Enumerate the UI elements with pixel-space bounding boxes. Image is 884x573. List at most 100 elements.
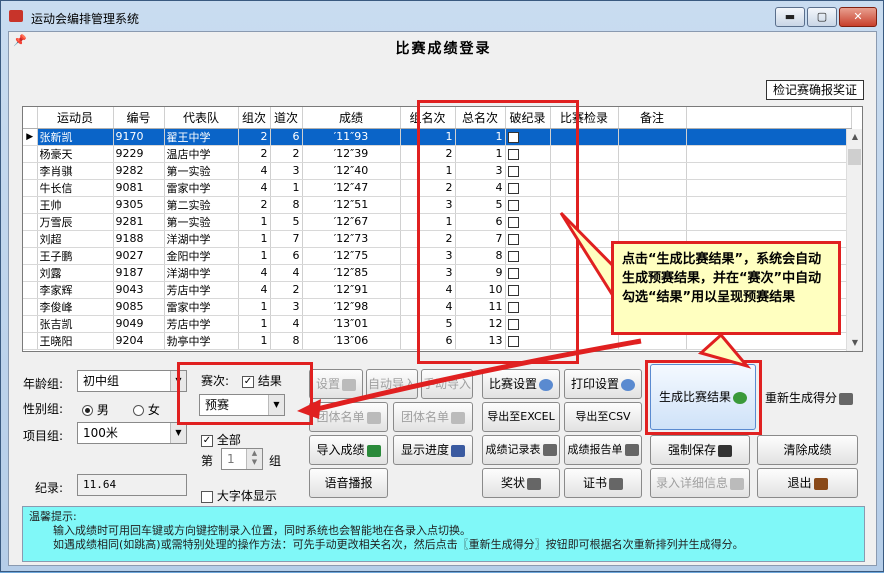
row-selector[interactable] (23, 213, 38, 231)
cell-team[interactable]: 第一实验 (164, 213, 239, 231)
record-break-checkbox[interactable] (507, 318, 519, 330)
certificate-button[interactable]: 证书 (564, 468, 642, 498)
gender-female-radio[interactable]: 女 (133, 401, 160, 418)
cell-group-rank[interactable]: 1 (400, 213, 456, 231)
cell-athlete[interactable]: 张吉凯 (37, 315, 114, 333)
cell-lane[interactable]: 5 (270, 213, 303, 231)
cell-number[interactable]: 9170 (113, 128, 165, 146)
cell-lane[interactable]: 8 (270, 332, 303, 350)
cell-result[interactable]: ′12″40 (302, 162, 401, 180)
row-selector[interactable] (23, 332, 38, 350)
cell-remark[interactable] (618, 162, 687, 180)
table-row[interactable]: 万雪辰 9281 第一实验 1 5 ′12″67 1 6 (23, 213, 852, 231)
cell-group[interactable]: 1 (238, 230, 271, 248)
cell-group-rank[interactable]: 5 (400, 315, 456, 333)
cell-group-rank[interactable]: 2 (400, 145, 456, 163)
cell-total-rank[interactable]: 4 (455, 179, 506, 197)
cell-number[interactable]: 9085 (113, 298, 165, 316)
cell-total-rank[interactable]: 8 (455, 247, 506, 265)
cell-number[interactable]: 9204 (113, 332, 165, 350)
regen-score-button[interactable]: 重新生成得分 (759, 384, 859, 414)
cell-team[interactable]: 芳店中学 (164, 315, 239, 333)
cell-check-in[interactable] (550, 315, 619, 333)
check-icon[interactable]: ✓ (201, 434, 213, 447)
record-break-checkbox[interactable] (507, 165, 519, 177)
cell-result[interactable]: ′13″06 (302, 332, 401, 350)
radio-icon[interactable] (133, 405, 144, 416)
cell-group[interactable]: 1 (238, 247, 271, 265)
record-break-checkbox[interactable] (507, 131, 519, 143)
cell-total-rank[interactable]: 3 (455, 162, 506, 180)
table-row[interactable]: ▶ 张新凯 9170 翟王中学 2 6 ′11″93 1 1 (23, 128, 852, 146)
cell-athlete[interactable]: 王子鹏 (37, 247, 114, 265)
cell-athlete[interactable]: 刘超 (37, 230, 114, 248)
cell-remark[interactable] (618, 145, 687, 163)
cell-result[interactable]: ′12″91 (302, 281, 401, 299)
scroll-thumb[interactable] (848, 149, 861, 165)
award-check-button[interactable]: 检记赛确报奖证 (766, 80, 864, 100)
cell-lane[interactable]: 1 (270, 179, 303, 197)
stepper-arrows-icon[interactable]: ▲ ▼ (246, 449, 262, 469)
cell-lane[interactable]: 8 (270, 196, 303, 214)
title-bar[interactable]: 运动会编排管理系统 ▬ ▢ ✕ (1, 1, 883, 31)
row-selector[interactable] (23, 162, 38, 180)
cell-team[interactable]: 第一实验 (164, 162, 239, 180)
cell-number[interactable]: 9281 (113, 213, 165, 231)
cell-check-in[interactable] (550, 281, 619, 299)
column-header[interactable]: 成绩 (302, 107, 401, 129)
cell-result[interactable]: ′12″73 (302, 230, 401, 248)
event-select[interactable]: 100米 ▼ (77, 422, 187, 444)
column-header[interactable]: 破纪录 (505, 107, 551, 129)
cell-check-in[interactable] (550, 332, 619, 350)
cell-result[interactable]: ′12″85 (302, 264, 401, 282)
column-header[interactable]: 编号 (113, 107, 165, 129)
cell-total-rank[interactable]: 11 (455, 298, 506, 316)
cell-number[interactable]: 9282 (113, 162, 165, 180)
record-break-checkbox[interactable] (507, 335, 519, 347)
clear-results-button[interactable]: 清除成绩 (757, 435, 858, 465)
cell-lane[interactable]: 2 (270, 281, 303, 299)
cell-group[interactable]: 4 (238, 162, 271, 180)
cell-filler[interactable] (686, 179, 852, 197)
scroll-up-icon[interactable]: ▲ (847, 129, 862, 145)
cell-filler[interactable] (686, 145, 852, 163)
exit-button[interactable]: 退出 (757, 468, 858, 498)
cell-team[interactable]: 洋湖中学 (164, 264, 239, 282)
row-selector[interactable] (23, 264, 38, 282)
cell-total-rank[interactable]: 13 (455, 332, 506, 350)
cell-check-in[interactable] (550, 247, 619, 265)
cell-filler[interactable] (686, 128, 852, 146)
cell-athlete[interactable]: 王晓阳 (37, 332, 114, 350)
cell-group-rank[interactable]: 2 (400, 179, 456, 197)
cell-team[interactable]: 洋湖中学 (164, 230, 239, 248)
cell-group[interactable]: 1 (238, 332, 271, 350)
cell-group[interactable]: 2 (238, 196, 271, 214)
cell-number[interactable]: 9049 (113, 315, 165, 333)
cell-record-break[interactable] (505, 247, 551, 265)
row-selector[interactable]: ▶ (23, 128, 38, 146)
cell-record-break[interactable] (505, 196, 551, 214)
cell-filler[interactable] (686, 213, 852, 231)
cell-athlete[interactable]: 张新凯 (37, 128, 114, 146)
cell-group-rank[interactable]: 6 (400, 332, 456, 350)
cell-athlete[interactable]: 王帅 (37, 196, 114, 214)
cell-record-break[interactable] (505, 162, 551, 180)
cell-group-rank[interactable]: 1 (400, 162, 456, 180)
cell-athlete[interactable]: 牛长信 (37, 179, 114, 197)
cell-lane[interactable]: 4 (270, 264, 303, 282)
record-break-checkbox[interactable] (507, 301, 519, 313)
group-stepper[interactable]: 1 ▲ ▼ (221, 448, 263, 470)
cell-check-in[interactable] (550, 264, 619, 282)
row-selector[interactable] (23, 298, 38, 316)
cell-team[interactable]: 第二实验 (164, 196, 239, 214)
record-break-checkbox[interactable] (507, 267, 519, 279)
cell-group-rank[interactable]: 4 (400, 281, 456, 299)
cell-team[interactable]: 翟王中学 (164, 128, 239, 146)
cell-result[interactable]: ′12″98 (302, 298, 401, 316)
cell-number[interactable]: 9187 (113, 264, 165, 282)
cell-record-break[interactable] (505, 298, 551, 316)
cell-number[interactable]: 9043 (113, 281, 165, 299)
chevron-down-icon[interactable]: ▼ (268, 395, 284, 415)
row-selector[interactable] (23, 145, 38, 163)
cell-team[interactable]: 温店中学 (164, 145, 239, 163)
